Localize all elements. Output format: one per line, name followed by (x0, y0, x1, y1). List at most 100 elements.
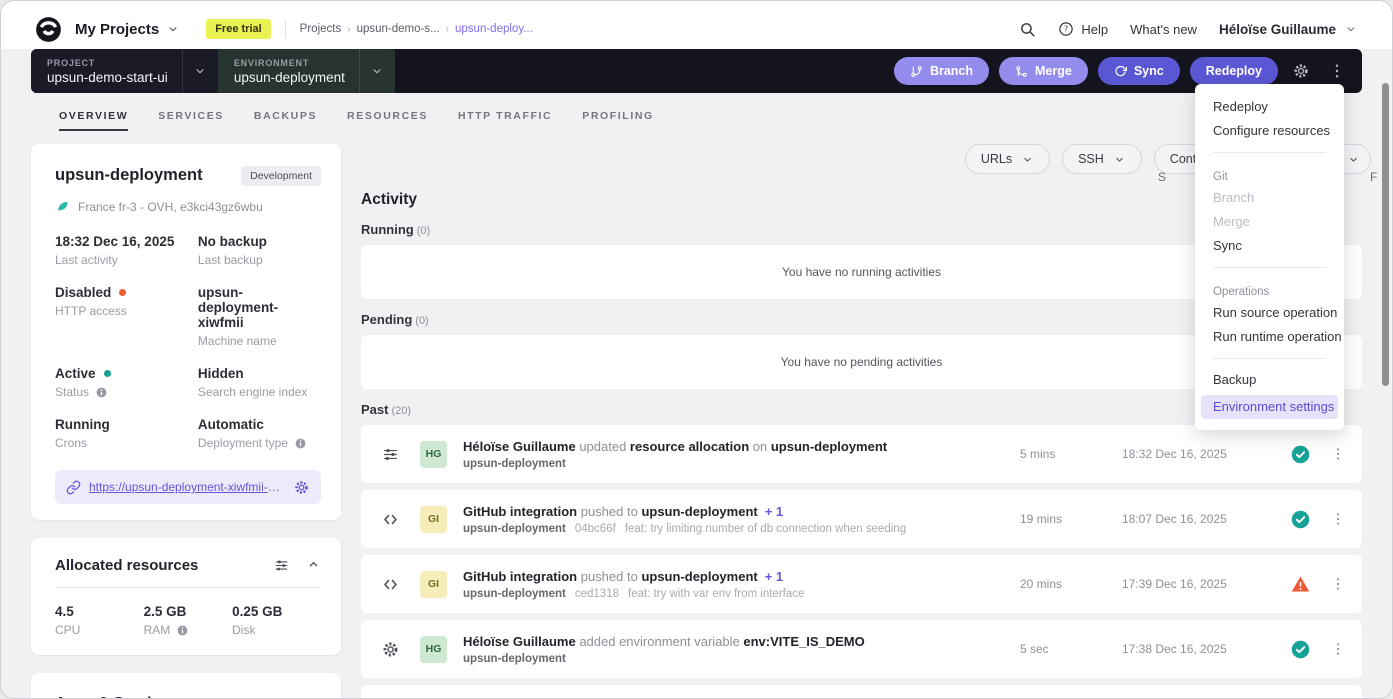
resources-title: Allocated resources (55, 557, 273, 574)
project-chevron[interactable] (182, 49, 218, 93)
stat-value: Automatic (198, 417, 264, 432)
info-icon[interactable] (176, 624, 189, 637)
whats-new-link[interactable]: What's new (1130, 22, 1197, 37)
activity-row[interactable]: HG Héloïse Guillaume updated resource al… (361, 425, 1362, 483)
sliders-icon[interactable] (273, 557, 290, 574)
kebab-menu-button[interactable] (1324, 58, 1350, 84)
breadcrumb-environment[interactable]: upsun-deploy... (455, 23, 533, 35)
activity-row[interactable]: HG Héloïse Guillaume added environment v… (361, 620, 1362, 678)
link-icon (66, 480, 81, 495)
additional-count: + 1 (765, 569, 783, 584)
branch-icon (910, 65, 923, 78)
menu-section-git: Git (1195, 162, 1344, 186)
activity-row[interactable]: GI GitHub integration pushed to upsun-de… (361, 490, 1362, 548)
stat-label: Deployment type (198, 436, 288, 450)
environment-actions-menu: RedeployConfigure resourcesGitBranchMerg… (1195, 84, 1344, 430)
warning-status-icon (1290, 574, 1312, 595)
menu-divider (1213, 152, 1326, 153)
stat-label: CPU (55, 623, 80, 637)
merge-button[interactable]: Merge (999, 57, 1088, 85)
project-selector[interactable]: PROJECT upsun-demo-start-ui (31, 49, 218, 93)
search-icon[interactable] (1019, 21, 1036, 38)
menu-item-redeploy[interactable]: Redeploy (1195, 95, 1344, 119)
menu-item-sync[interactable]: Sync (1195, 234, 1344, 258)
activity-subtitle: upsun-deployment (463, 458, 1020, 470)
upsun-logo-icon[interactable] (35, 16, 62, 43)
user-menu[interactable]: Héloïse Guillaume (1219, 22, 1358, 37)
menu-item-environment-settings[interactable]: Environment settings (1201, 395, 1338, 419)
url-settings-gear-icon[interactable] (293, 479, 310, 496)
activity-kebab-menu[interactable] (1328, 509, 1348, 529)
tab-label: HTTP TRAFFIC (458, 110, 552, 122)
branch-button[interactable]: Branch (894, 57, 989, 85)
stat-label: Disk (232, 623, 255, 637)
stat-item: Automatic Deployment type (198, 417, 321, 450)
menu-item-configure-resources[interactable]: Configure resources (1195, 119, 1344, 143)
activity-kebab-menu[interactable] (1328, 574, 1348, 594)
menu-item-run-source-operation[interactable]: Run source operation (1195, 301, 1344, 325)
breadcrumb-project[interactable]: upsun-demo-s... (357, 23, 440, 35)
tab-label: OVERVIEW (59, 110, 128, 122)
info-icon[interactable] (294, 437, 307, 450)
urls-pill-button[interactable]: URLs (965, 144, 1050, 174)
info-icon[interactable] (95, 386, 108, 399)
activity-relative-time: 19 mins (1020, 512, 1092, 526)
tab-backups[interactable]: BACKUPS (254, 110, 317, 131)
chevron-down-icon (1021, 153, 1034, 166)
activity-relative-time: 20 mins (1020, 577, 1092, 591)
help-icon (1058, 21, 1074, 37)
activity-kebab-menu[interactable] (1328, 444, 1348, 464)
environment-summary-card: upsun-deployment Development France fr-3… (31, 144, 341, 520)
activity-title: Héloïse Guillaume added environment vari… (463, 634, 1020, 649)
button-label: Merge (1035, 64, 1072, 78)
my-projects-dropdown[interactable]: My Projects (75, 21, 159, 38)
tab-http-traffic[interactable]: HTTP TRAFFIC (458, 110, 552, 131)
avatar: HG (420, 441, 447, 468)
environment-chevron[interactable] (359, 49, 395, 93)
stat-label: Crons (55, 436, 87, 450)
stat-label: Status (55, 385, 89, 399)
subtitle-env: upsun-deployment (463, 458, 566, 470)
tab-profiling[interactable]: PROFILING (582, 110, 654, 131)
activity-row[interactable]: GI GitHub integration pushed to upsun-de… (361, 555, 1362, 613)
subtitle-msg: feat: try with var env from interface (628, 588, 804, 600)
breadcrumb-projects[interactable]: Projects (300, 23, 342, 35)
sync-button[interactable]: Sync (1098, 57, 1180, 85)
environment-type-badge: Development (241, 166, 321, 186)
avatar: GI (420, 571, 447, 598)
menu-item-backup[interactable]: Backup (1195, 368, 1344, 392)
code-icon (381, 575, 403, 594)
chevron-down-icon[interactable] (166, 22, 180, 36)
activity-row[interactable]: HG Héloïse Guillaume added environment v… (361, 685, 1362, 699)
tab-resources[interactable]: RESOURCES (347, 110, 428, 131)
activity-kebab-menu[interactable] (1328, 639, 1348, 659)
environment-selector[interactable]: ENVIRONMENT upsun-deployment (218, 49, 395, 93)
past-activity-list: HG Héloïse Guillaume updated resource al… (361, 425, 1362, 699)
stat-label: Search engine index (198, 385, 307, 399)
collapse-chevron-up-icon[interactable] (306, 557, 321, 572)
stat-value: 0.25 GB (232, 604, 282, 619)
activity-title: GitHub integration pushed to upsun-deplo… (463, 504, 1020, 519)
environment-stats: 18:32 Dec 16, 2025 Last activity No back… (55, 234, 321, 450)
tab-services[interactable]: SERVICES (158, 110, 224, 131)
stat-label: Last backup (198, 253, 263, 267)
menu-item-run-runtime-operation[interactable]: Run runtime operation (1195, 325, 1344, 349)
button-label: Sync (1134, 64, 1164, 78)
scrollbar-thumb[interactable] (1382, 83, 1389, 386)
activity-title: GitHub integration pushed to upsun-deplo… (463, 569, 1020, 584)
stat-item: No backup Last backup (198, 234, 321, 267)
resources-stats: 4.5 CPU 2.5 GB RAM 0.25 GB Disk (55, 604, 321, 637)
menu-divider (1213, 358, 1326, 359)
redeploy-button[interactable]: Redeploy (1190, 57, 1278, 85)
success-status-icon (1290, 639, 1312, 660)
ssh-pill-button[interactable]: SSH (1062, 144, 1142, 174)
tab-overview[interactable]: OVERVIEW (59, 110, 128, 131)
settings-gear-button[interactable] (1288, 58, 1314, 84)
settings-gear-icon (1292, 62, 1310, 80)
environment-url-link[interactable]: https://upsun-deployment-xiwfmii-e3kci43… (89, 480, 285, 494)
help-link[interactable]: Help (1058, 21, 1108, 37)
menu-item-branch: Branch (1195, 186, 1344, 210)
stat-item: 18:32 Dec 16, 2025 Last activity (55, 234, 188, 267)
avatar: HG (420, 636, 447, 663)
divider (55, 587, 321, 588)
